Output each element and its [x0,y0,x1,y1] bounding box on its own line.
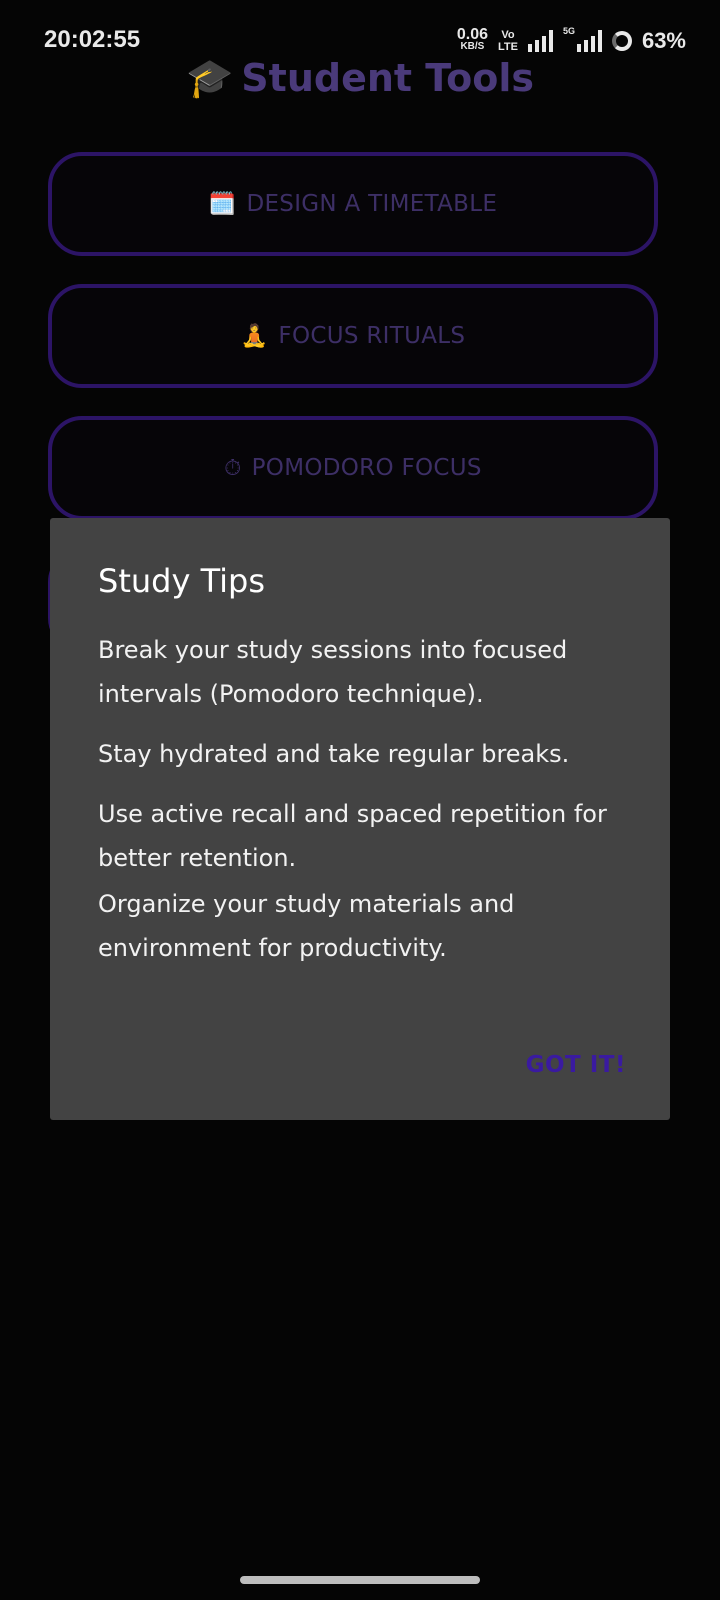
home-indicator[interactable] [240,1576,480,1584]
dialog-title: Study Tips [98,562,265,600]
tip-item: Stay hydrated and take regular breaks. [98,740,570,768]
study-tips-dialog: Study Tips Break your study sessions int… [50,518,670,1120]
tip-item: Organize your study materials and enviro… [98,890,515,962]
tip-item: Break your study sessions into focused i… [98,636,568,708]
tip-item: Use active recall and spaced repetition … [98,800,607,872]
got-it-button[interactable]: GOT IT! [522,1046,630,1084]
app-screen: 20:02:55 0.06 KB/S Vo LTE 5G 63% 🎓 Stude… [0,0,720,1600]
